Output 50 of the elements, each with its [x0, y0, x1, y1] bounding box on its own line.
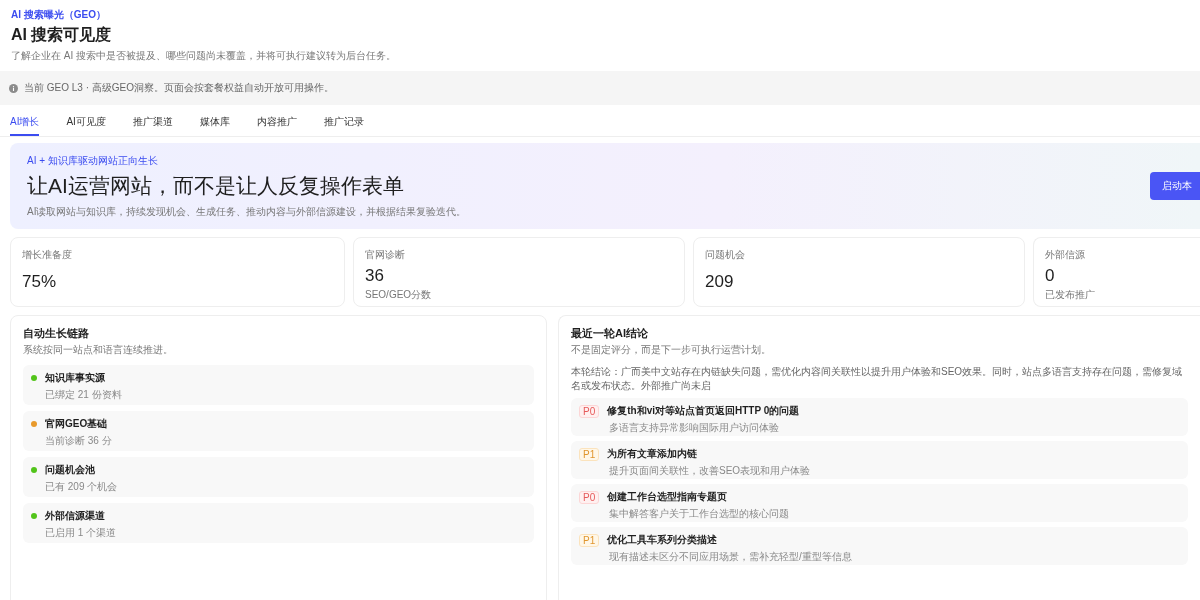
- step-detail: 已有 209 个机会: [44, 480, 119, 494]
- task-detail: 提升页面间关联性，改善SEO表现和用户体验: [608, 464, 812, 478]
- task-title: 优化工具车系列分类描述: [607, 533, 718, 547]
- info-icon: [9, 83, 18, 93]
- step-title: 官网GEO基础: [45, 417, 108, 431]
- step-title: 知识库事实源: [45, 371, 105, 385]
- stat-label: 增长准备度: [22, 248, 73, 262]
- notice-text: 当前 GEO L3 · 高级GEO洞察。页面会按套餐权益自动开放可用操作。: [24, 81, 335, 95]
- stat-value: 36: [365, 266, 385, 286]
- stat-value: 0: [1045, 266, 1056, 286]
- panel-title: 最近一轮AI结论: [571, 326, 649, 341]
- hero-description: AI读取网站与知识库，持续发现机会、生成任务、推动内容与外部信源建设，并根据结果复验迭代。: [27, 204, 467, 219]
- priority-tag: P1: [579, 447, 600, 461]
- panel-subtitle: 不是固定评分，而是下一步可执行运营计划。: [571, 343, 772, 357]
- summary-text: 本轮结论：广而美中文站存在内链缺失问题，需优化内容间关联性以提升用户体验和SEO效果。同时，站点多语言支持存在问题，需修复域名或发布状态。外部推广尚未启: [571, 365, 1184, 392]
- task-title: 修复th和vi对等站点首页返回HTTP 0的问题: [607, 404, 800, 418]
- task-detail: 集中解答客户关于工作台选型的核心问题: [608, 507, 790, 521]
- page-subtitle: 了解企业在 AI 搜索中是否被提及、哪些问题尚未覆盖，并将可执行建议转为后台任务。: [11, 49, 397, 63]
- task-title: 为所有文章添加内链: [607, 447, 698, 461]
- stat-label: 问题机会: [705, 248, 746, 262]
- hero-title: 让AI运营网站，而不是让人反复操作表单: [27, 172, 405, 199]
- tab[interactable]: 推广记录: [323, 115, 364, 136]
- stat-label: 外部信源: [1045, 248, 1086, 262]
- stat-note: SEO/GEO分数: [365, 288, 433, 302]
- priority-tag: P1: [579, 533, 600, 547]
- hero-eyebrow: AI + 知识库驱动网站正向生长: [27, 153, 159, 168]
- stat-value: 75%: [22, 272, 58, 292]
- priority-tag: P0: [579, 490, 600, 504]
- tab[interactable]: 媒体库: [199, 115, 230, 136]
- tab[interactable]: 推广渠道: [132, 115, 173, 136]
- step-detail: 已绑定 21 份资料: [44, 388, 123, 402]
- page-title: AI 搜索可见度: [11, 25, 113, 45]
- tab[interactable]: 内容推广: [256, 115, 297, 136]
- stat-value: 209: [705, 272, 735, 292]
- stat-label: 官网诊断: [365, 248, 406, 262]
- task-detail: 现有描述未区分不同应用场景，需补充轻型/重型等信息: [608, 550, 853, 564]
- task-title: 创建工作台选型指南专题页: [607, 490, 728, 504]
- tab[interactable]: AI增长: [10, 115, 40, 136]
- panel-subtitle: 系统按同一站点和语言连续推进。: [23, 343, 174, 357]
- start-button[interactable]: 启动本: [1150, 172, 1200, 200]
- stat-note: 已发布推广: [1045, 288, 1096, 302]
- step-title: 问题机会池: [45, 463, 95, 477]
- task-detail: 多语言支持异常影响国际用户访问体验: [608, 421, 780, 435]
- page-eyebrow: AI 搜索曝光（GEO）: [11, 8, 107, 22]
- step-detail: 已启用 1 个渠道: [44, 526, 118, 540]
- panel-title: 自动生长链路: [23, 326, 90, 341]
- tab[interactable]: AI可见度: [66, 115, 106, 136]
- priority-tag: P0: [579, 404, 600, 418]
- step-title: 外部信源渠道: [45, 509, 105, 523]
- step-detail: 当前诊断 36 分: [44, 434, 113, 448]
